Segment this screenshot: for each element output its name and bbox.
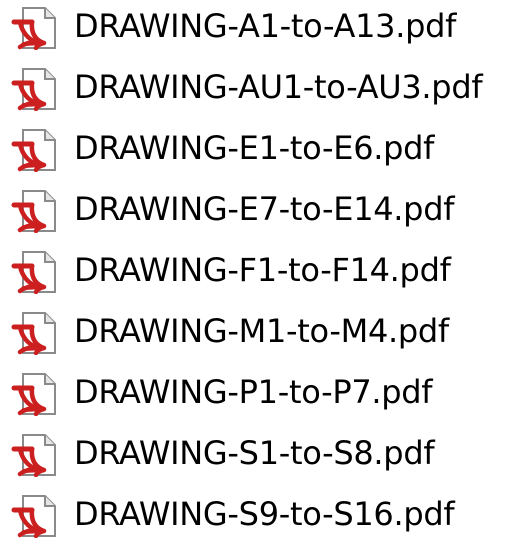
pdf-file-icon: [10, 128, 62, 172]
file-name: DRAWING-AU1-to-AU3.pdf: [74, 68, 483, 106]
file-item[interactable]: DRAWING-A1-to-A13.pdf: [0, 0, 507, 54]
file-name: DRAWING-A1-to-A13.pdf: [74, 7, 457, 45]
file-name: DRAWING-M1-to-M4.pdf: [74, 312, 449, 350]
file-item[interactable]: DRAWING-P1-to-P7.pdf: [0, 366, 507, 420]
file-item[interactable]: DRAWING-E1-to-E6.pdf: [0, 122, 507, 176]
pdf-file-icon: [10, 189, 62, 233]
pdf-file-icon: [10, 67, 62, 111]
pdf-file-icon: [10, 494, 62, 538]
file-item[interactable]: DRAWING-S1-to-S8.pdf: [0, 427, 507, 481]
file-name: DRAWING-E7-to-E14.pdf: [74, 190, 455, 228]
pdf-file-icon: [10, 6, 62, 50]
file-name: DRAWING-F1-to-F14.pdf: [74, 251, 451, 289]
pdf-file-icon: [10, 433, 62, 477]
file-name: DRAWING-S1-to-S8.pdf: [74, 434, 435, 472]
file-name: DRAWING-S9-to-S16.pdf: [74, 495, 455, 533]
file-item[interactable]: DRAWING-E7-to-E14.pdf: [0, 183, 507, 237]
file-name: DRAWING-P1-to-P7.pdf: [74, 373, 433, 411]
file-item[interactable]: DRAWING-M1-to-M4.pdf: [0, 305, 507, 359]
file-item[interactable]: DRAWING-S9-to-S16.pdf: [0, 488, 507, 542]
pdf-file-icon: [10, 311, 62, 355]
pdf-file-icon: [10, 250, 62, 294]
file-item[interactable]: DRAWING-AU1-to-AU3.pdf: [0, 61, 507, 115]
file-item[interactable]: DRAWING-F1-to-F14.pdf: [0, 244, 507, 298]
pdf-file-icon: [10, 372, 62, 416]
file-name: DRAWING-E1-to-E6.pdf: [74, 129, 435, 167]
